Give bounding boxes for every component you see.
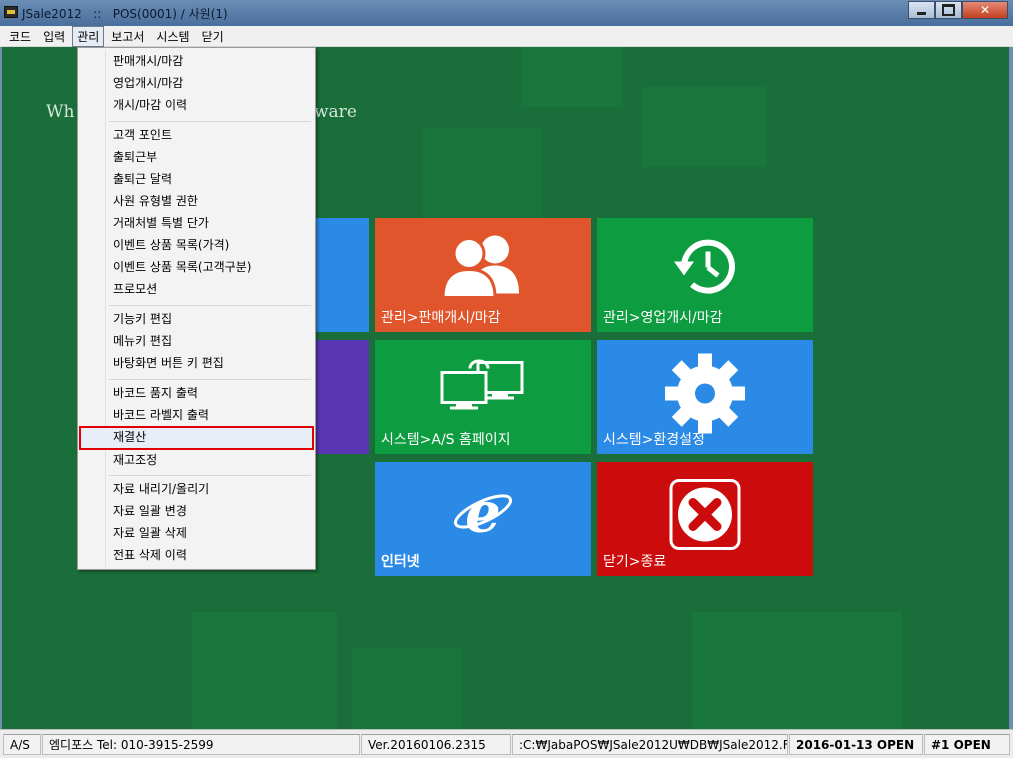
menu-separator (109, 475, 311, 476)
menu-item-data-bulk-delete[interactable]: 자료 일괄 삭제 (80, 522, 313, 544)
window-controls: ✕ (908, 1, 1008, 19)
welcome-text-left: Wh (46, 102, 75, 122)
menu-item-attendance-calendar[interactable]: 출퇴근 달력 (80, 168, 313, 190)
menu-separator (109, 121, 311, 122)
menu-item-vendor-special-price[interactable]: 거래처별 특별 단가 (80, 212, 313, 234)
menu-item-open-close-history[interactable]: 개시/마감 이력 (80, 94, 313, 116)
menu-report[interactable]: 보고서 (106, 26, 149, 47)
menu-item-function-key-edit[interactable]: 기능키 편집 (80, 308, 313, 330)
users-icon (435, 231, 531, 300)
tile-business-open-close[interactable]: 관리>영업개시/마감 (597, 218, 813, 332)
background-square (692, 612, 902, 729)
menu-item-employee-type-permissions[interactable]: 사원 유형별 권한 (80, 190, 313, 212)
status-bar: A/S 엠디포스 Tel: 010-3915-2599 Ver.20160106… (0, 729, 1013, 758)
menu-item-sales-open-close[interactable]: 판매개시/마감 (80, 50, 313, 72)
status-pos-open: #1 OPEN (924, 734, 1010, 755)
status-version: Ver.20160106.2315 (361, 734, 511, 755)
computers-network-icon (440, 358, 526, 417)
tile-label: 닫기>종료 (603, 554, 667, 570)
close-window-button[interactable]: ✕ (962, 1, 1008, 19)
title-bar: JSale2012 :: POS(0001) / 사원(1) ✕ (0, 0, 1013, 26)
maximize-icon (936, 2, 961, 18)
manage-dropdown-menu: 판매개시/마감 영업개시/마감 개시/마감 이력 고객 포인트 출퇴근부 출퇴근… (77, 47, 316, 570)
status-as: A/S (3, 734, 41, 755)
menu-item-event-products-customer[interactable]: 이벤트 상품 목록(고객구분) (80, 256, 313, 278)
menu-item-menu-key-edit[interactable]: 메뉴키 편집 (80, 330, 313, 352)
menu-item-inventory-adjust[interactable]: 재고조정 (80, 449, 313, 471)
maximize-button[interactable] (935, 1, 962, 19)
menu-item-recalculate[interactable]: 재결산 (79, 426, 314, 450)
background-square (192, 612, 337, 729)
menu-item-event-products-price[interactable]: 이벤트 상품 목록(가격) (80, 234, 313, 256)
tile-internet[interactable]: e 인터넷 (375, 462, 591, 576)
status-date-open: 2016-01-13 OPEN (789, 734, 923, 755)
menu-input[interactable]: 입력 (38, 26, 70, 47)
menu-item-promotion[interactable]: 프로모션 (80, 278, 313, 300)
background-square (422, 127, 542, 217)
menu-bar: 코드 입력 관리 보고서 시스템 닫기 (0, 25, 1013, 47)
internet-explorer-icon: e (451, 480, 515, 546)
welcome-text-right: ware (314, 102, 357, 122)
menu-item-data-download-upload[interactable]: 자료 내리기/올리기 (80, 478, 313, 500)
history-clock-icon (670, 234, 740, 303)
tile-label: 관리>영업개시/마감 (603, 310, 723, 326)
tile-label: 시스템>환경설정 (603, 432, 705, 448)
menu-item-barcode-label-print[interactable]: 바코드 라벨지 출력 (80, 404, 313, 426)
minimize-icon (909, 2, 934, 18)
menu-item-business-open-close[interactable]: 영업개시/마감 (80, 72, 313, 94)
status-db-path: :C:₩JabaPOS₩JSale2012U₩DB₩JSale2012.FDB (512, 734, 788, 755)
background-square (352, 647, 462, 729)
menu-item-data-bulk-change[interactable]: 자료 일괄 변경 (80, 500, 313, 522)
tile-as-homepage[interactable]: 시스템>A/S 홈페이지 (375, 340, 591, 454)
tile-label: 관리>판매개시/마감 (381, 310, 501, 326)
tile-label: 시스템>A/S 홈페이지 (381, 432, 511, 448)
menu-separator (109, 305, 311, 306)
close-x-icon (669, 478, 741, 553)
gear-icon (663, 351, 747, 438)
svg-text:e: e (465, 482, 501, 542)
menu-system[interactable]: 시스템 (151, 26, 194, 47)
menu-item-attendance-log[interactable]: 출퇴근부 (80, 146, 313, 168)
menu-item-customer-points[interactable]: 고객 포인트 (80, 124, 313, 146)
tile-settings[interactable]: 시스템>환경설정 (597, 340, 813, 454)
close-icon: ✕ (979, 3, 991, 17)
background-square (522, 47, 622, 107)
menu-item-barcode-sheet-print[interactable]: 바코드 품지 출력 (80, 382, 313, 404)
menu-close[interactable]: 닫기 (197, 26, 229, 47)
app-icon (4, 6, 18, 18)
menu-manage[interactable]: 관리 (72, 25, 105, 47)
menu-item-desktop-button-key-edit[interactable]: 바탕화면 버튼 키 편집 (80, 352, 313, 374)
tile-label: 인터넷 (381, 554, 420, 570)
menu-separator (109, 379, 311, 380)
window-title: JSale2012 :: POS(0001) / 사원(1) (22, 7, 228, 21)
status-company-contact: 엠디포스 Tel: 010-3915-2599 (42, 734, 360, 755)
menu-item-slip-delete-history[interactable]: 전표 삭제 이력 (80, 544, 313, 566)
tile-close-exit[interactable]: 닫기>종료 (597, 462, 813, 576)
minimize-button[interactable] (908, 1, 935, 19)
tile-sales-open-close[interactable]: 관리>판매개시/마감 (375, 218, 591, 332)
menu-code[interactable]: 코드 (4, 26, 36, 47)
background-square (642, 87, 767, 167)
